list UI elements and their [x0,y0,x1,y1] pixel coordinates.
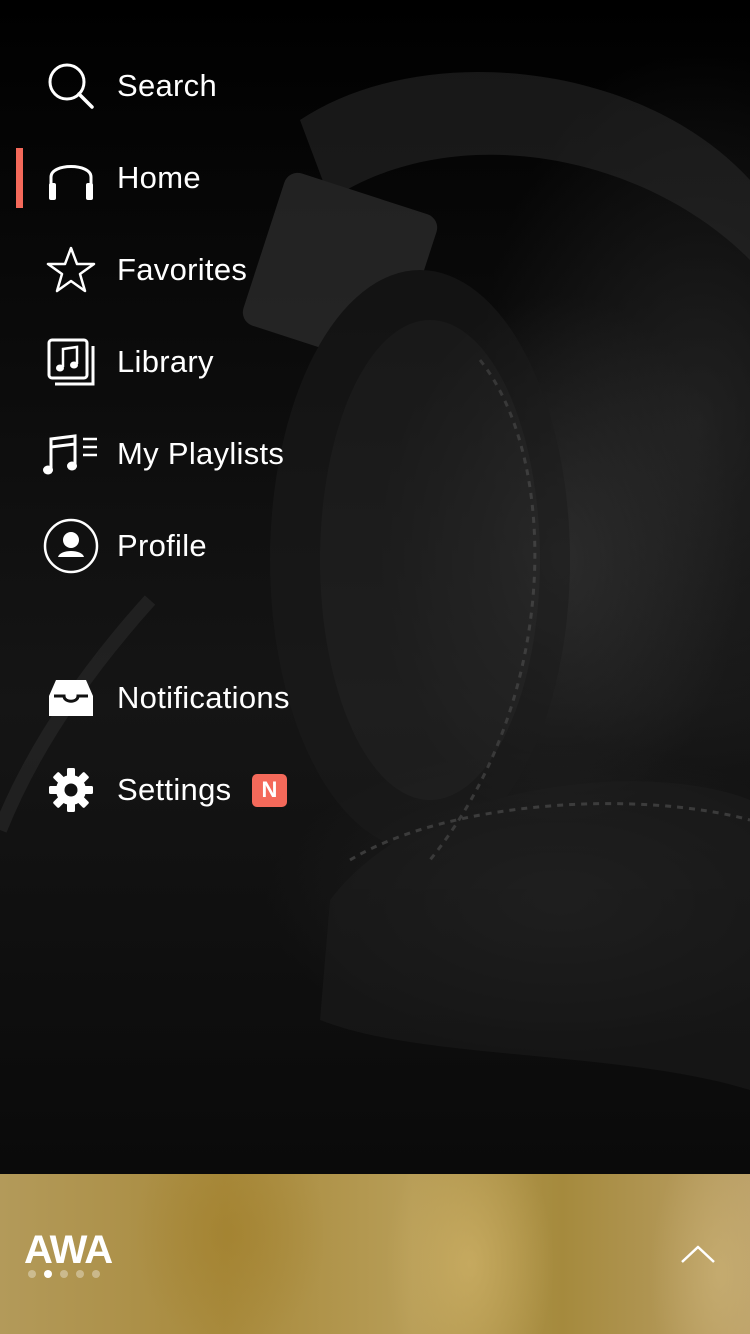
menu-item-label: Search [117,68,218,103]
menu-item-label: Library [117,344,214,379]
star-icon [40,239,102,301]
menu-item-settings[interactable]: Settings N [0,744,750,836]
page-dot-active [44,1270,52,1278]
menu-item-favorites[interactable]: Favorites [0,224,750,316]
inbox-icon [40,667,102,729]
menu-item-label: Home [117,160,201,195]
profile-icon [40,515,102,577]
menu-item-label: Settings [117,772,232,807]
gear-icon [40,759,102,821]
menu-item-label: My Playlists [117,436,285,471]
page-dot [28,1270,36,1278]
playlist-icon [40,423,102,485]
awa-logo: AWA [24,1228,113,1272]
page-dot [92,1270,100,1278]
page-dot [76,1270,84,1278]
chevron-up-icon[interactable] [680,1242,716,1266]
menu-item-profile[interactable]: Profile [0,500,750,592]
side-menu-screen: Search Home Favorites Library My Playlis… [0,0,750,1334]
menu-item-label: Notifications [117,680,290,715]
new-badge: N [252,773,287,807]
page-indicator [28,1270,100,1278]
mini-player-bar[interactable]: AWA [0,1174,750,1334]
active-indicator [16,148,23,208]
headphones-icon [40,147,102,209]
menu-item-home[interactable]: Home [0,132,750,224]
music-library-icon [40,331,102,393]
menu-item-library[interactable]: Library [0,316,750,408]
menu-item-my-playlists[interactable]: My Playlists [0,408,750,500]
menu-item-notifications[interactable]: Notifications [0,652,750,744]
menu-item-label: Profile [117,528,207,563]
search-icon [40,55,102,117]
menu-item-search[interactable]: Search [0,40,750,132]
menu-item-label: Favorites [117,252,248,287]
page-dot [60,1270,68,1278]
